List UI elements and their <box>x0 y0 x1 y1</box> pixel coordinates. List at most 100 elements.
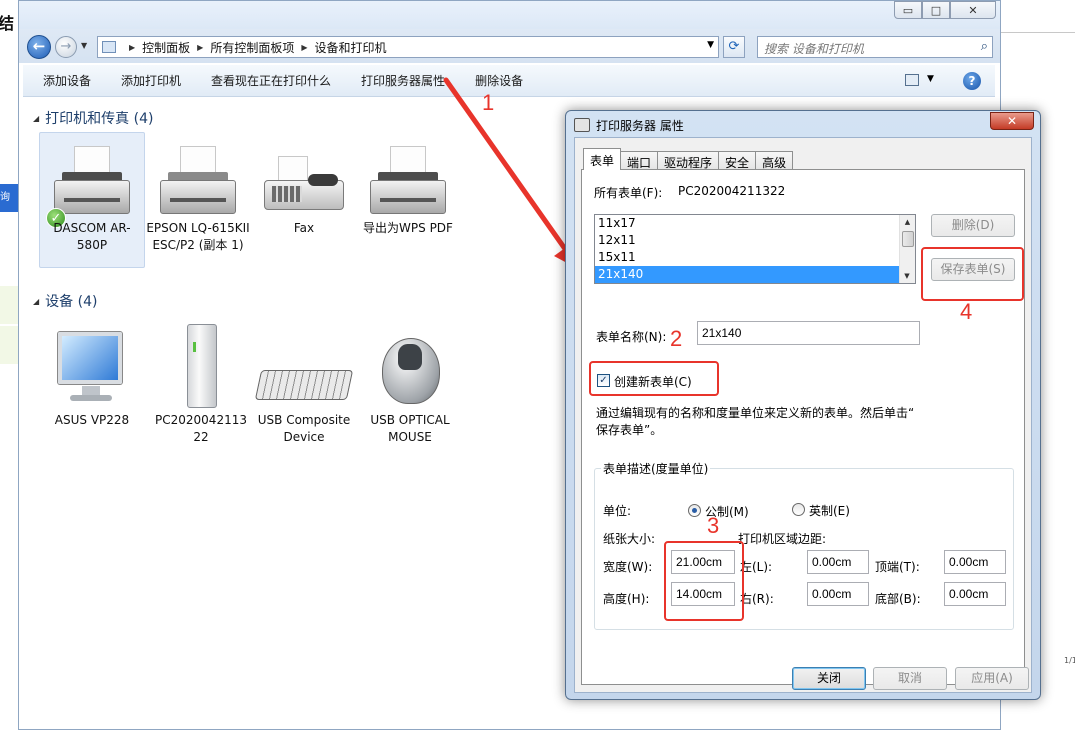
tab-forms[interactable]: 表单 <box>583 148 622 170</box>
collapse-triangle-icon[interactable]: ◢ <box>33 114 39 123</box>
bottom-margin-label: 底部(B): <box>875 592 921 606</box>
back-arrow-icon[interactable]: ← <box>27 35 51 59</box>
background-window: 结 询 <box>0 0 20 730</box>
see-whats-printing-button[interactable]: 查看现在正在打印什么 <box>201 72 341 89</box>
scroll-up-icon[interactable]: ▲ <box>900 215 915 229</box>
chevron-right-icon[interactable]: ▶ <box>301 43 307 52</box>
forms-list-scrollbar[interactable]: ▲ ▼ <box>899 215 915 283</box>
breadcrumb-control-panel[interactable]: 控制面板 <box>142 39 190 56</box>
device-label: ASUS VP228 <box>54 413 130 427</box>
fax-icon <box>256 136 352 226</box>
top-margin-input[interactable] <box>944 550 1006 574</box>
breadcrumb-devices-printers[interactable]: 设备和打印机 <box>315 39 387 56</box>
view-dropdown-icon[interactable]: ▼ <box>927 74 934 84</box>
search-placeholder: 搜索 设备和打印机 <box>764 42 864 56</box>
address-bar[interactable]: ▶ 控制面板 ▶ 所有控制面板项 ▶ 设备和打印机 ▼ <box>97 36 719 58</box>
address-dropdown-icon[interactable]: ▼ <box>707 40 714 50</box>
forward-arrow-icon[interactable]: → <box>55 36 77 58</box>
cancel-button[interactable]: 取消 <box>873 667 947 690</box>
chevron-right-icon[interactable]: ▶ <box>129 43 135 52</box>
search-icon[interactable]: ⌕ <box>981 39 988 54</box>
scroll-down-icon[interactable]: ▼ <box>900 269 914 283</box>
metric-radio[interactable] <box>688 504 701 517</box>
right-margin-input[interactable] <box>807 582 869 606</box>
device-asus-monitor[interactable]: ASUS VP228 <box>39 318 145 429</box>
close-button[interactable]: ✕ <box>950 1 996 19</box>
device-label: Fax <box>293 221 315 235</box>
maximize-button[interactable]: □ <box>922 1 950 19</box>
description-line-1: 通过编辑现有的名称和度量单位来定义新的表单。然后单击“ <box>596 406 915 420</box>
highlight-box-4 <box>921 247 1024 301</box>
collapse-triangle-icon[interactable]: ◢ <box>33 297 39 306</box>
mouse-icon <box>362 322 458 412</box>
list-item[interactable]: 12x11 <box>595 232 901 249</box>
forms-tab-panel: 所有表单(F): PC202004211322 11x17 12x11 15x1… <box>581 169 1025 685</box>
device-usb-composite[interactable]: USB Composite Device <box>251 318 357 446</box>
monitor-icon <box>44 322 140 412</box>
left-margin-input[interactable] <box>807 550 869 574</box>
top-margin-label: 顶端(T): <box>875 560 920 574</box>
tab-security[interactable]: 安全 <box>718 151 757 170</box>
tab-ports[interactable]: 端口 <box>620 151 659 170</box>
add-printer-button[interactable]: 添加打印机 <box>111 72 191 89</box>
printer-margins-label: 打印机区域边距: <box>738 532 827 546</box>
dialog-close-button[interactable]: ✕ <box>990 112 1034 130</box>
dialog-title: 打印服务器 属性 <box>596 119 684 133</box>
list-item[interactable]: 15x11 <box>595 249 901 266</box>
list-item-selected[interactable]: 21x140 <box>595 266 901 283</box>
annotation-number-4: 4 <box>960 299 973 324</box>
computer-icon <box>153 322 249 412</box>
imperial-radio[interactable] <box>792 503 805 516</box>
background-row <box>0 286 18 324</box>
keyboard-icon <box>254 322 354 412</box>
search-input[interactable]: 搜索 设备和打印机 ⌕ <box>757 36 993 58</box>
highlight-box-3 <box>664 541 744 621</box>
apply-button[interactable]: 应用(A) <box>955 667 1029 690</box>
add-device-button[interactable]: 添加设备 <box>33 72 101 89</box>
all-forms-label: 所有表单(F): <box>594 186 663 200</box>
form-name-input[interactable] <box>697 321 920 345</box>
refresh-icon[interactable]: ⟳ <box>723 36 745 58</box>
minimize-button[interactable]: ▭ <box>894 1 922 19</box>
group-title: 表单描述(度量单位) <box>601 460 711 477</box>
bottom-margin-input[interactable] <box>944 582 1006 606</box>
tab-drivers[interactable]: 驱动程序 <box>657 151 720 170</box>
tab-advanced[interactable]: 高级 <box>755 151 794 170</box>
unit-label: 单位: <box>603 504 632 518</box>
form-name-label: 表单名称(N): <box>596 330 667 344</box>
list-item[interactable]: 11x17 <box>595 215 901 232</box>
printer-title-icon <box>574 118 590 132</box>
tab-strip: 表单 端口 驱动程序 安全 高级 <box>583 148 794 170</box>
width-label: 宽度(W): <box>603 560 653 574</box>
delete-form-button[interactable]: 删除(D) <box>931 214 1015 237</box>
form-description-group: 表单描述(度量单位) 单位: 公制(M) 英制(E) 纸张大小: 打印机区域边距… <box>594 460 1014 630</box>
device-dascom-printer[interactable]: ✓ DASCOM AR-580P <box>39 132 145 268</box>
server-name: PC202004211322 <box>678 184 786 198</box>
device-label: DASCOM AR-580P <box>53 221 131 252</box>
device-computer[interactable]: PC202004211322 <box>145 318 257 446</box>
device-label: PC202004211322 <box>155 413 247 444</box>
annotation-number-3: 3 <box>707 513 720 538</box>
printers-section-header[interactable]: ◢ 打印机和传真 (4) <box>33 108 153 128</box>
background-row <box>0 326 18 364</box>
help-icon[interactable]: ? <box>963 72 981 90</box>
chevron-right-icon[interactable]: ▶ <box>197 43 203 52</box>
scrollbar-thumb[interactable] <box>902 231 914 247</box>
devices-section-header[interactable]: ◢ 设备 (4) <box>33 291 97 311</box>
recent-pages-dropdown-icon[interactable]: ▼ <box>81 41 87 50</box>
change-view-icon[interactable] <box>905 74 919 86</box>
devices-section-title: 设备 (4) <box>45 294 98 310</box>
paper-size-label: 纸张大小: <box>603 532 656 546</box>
printer-icon: ✓ <box>44 136 140 228</box>
device-fax[interactable]: Fax <box>251 132 357 237</box>
device-usb-mouse[interactable]: USB OPTICAL MOUSE <box>357 318 463 446</box>
device-epson-printer[interactable]: EPSON LQ-615KII ESC/P2 (副本 1) <box>145 132 251 254</box>
background-divider <box>1000 32 1075 33</box>
imperial-label[interactable]: 英制(E) <box>809 502 850 519</box>
highlight-box-2 <box>589 361 719 396</box>
forms-list[interactable]: 11x17 12x11 15x11 21x140 ▲ ▼ <box>594 214 916 284</box>
background-blue-button: 询 <box>0 184 18 212</box>
breadcrumb-all-items[interactable]: 所有控制面板项 <box>210 39 294 56</box>
close-dialog-button[interactable]: 关闭 <box>792 667 866 690</box>
device-label: USB OPTICAL MOUSE <box>370 413 450 444</box>
